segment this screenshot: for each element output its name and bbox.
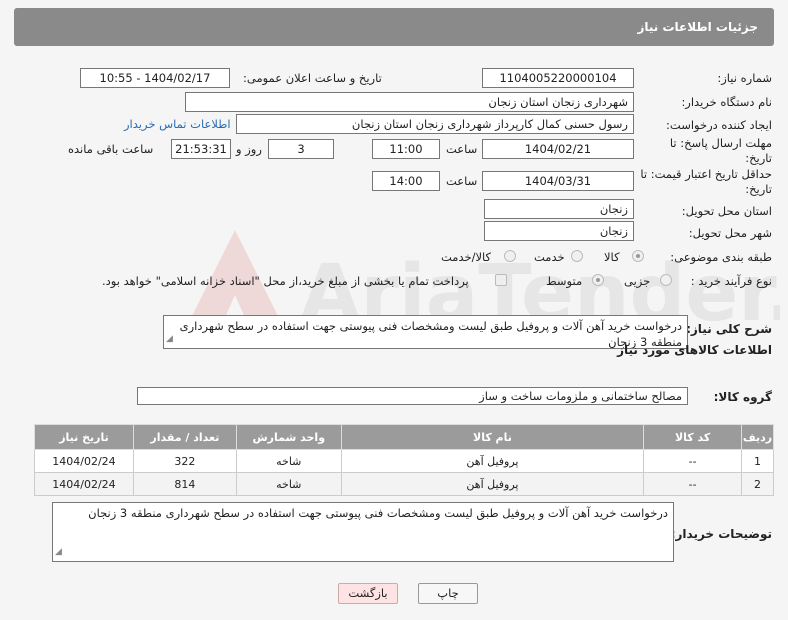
days-field: 3 <box>268 139 334 159</box>
col-header-code: کد کالا <box>643 424 743 450</box>
cell-code: -- <box>643 449 743 473</box>
category-option-goods: کالا <box>604 250 620 264</box>
description-label: شرح کلی نیاز: <box>686 322 772 336</box>
process-radio-medium[interactable] <box>592 274 604 286</box>
col-header-quantity: تعداد / مقدار <box>132 424 237 450</box>
category-label: طبقه بندی موضوعی: <box>670 250 772 264</box>
city-field: زنجان <box>484 221 634 241</box>
deadline-time-label: ساعت <box>446 142 478 156</box>
table-row: 2 -- پروفیل آهن شاخه 814 1404/02/24 <box>34 472 774 496</box>
validity-time-label: ساعت <box>446 174 478 188</box>
buyer-label: نام دستگاه خریدار: <box>681 95 772 109</box>
cell-date: 1404/02/24 <box>34 449 134 473</box>
days-label: روز و <box>236 142 262 156</box>
category-radio-service[interactable] <box>571 250 583 262</box>
goods-info-title: اطلاعات کالاهای مورد نیاز <box>617 343 772 357</box>
announce-field: 1404/02/17 - 10:55 <box>80 68 230 88</box>
table-row: 1 -- پروفیل آهن شاخه 322 1404/02/24 <box>34 449 774 473</box>
back-button[interactable]: بازگشت <box>338 583 398 604</box>
col-header-date: تاریخ نیاز <box>34 424 134 450</box>
table-header-row: ردیف کد کالا نام کالا واحد شمارش تعداد /… <box>34 424 774 450</box>
remaining-time-field: 21:53:31 <box>171 139 231 159</box>
page-title: جزئیات اطلاعات نیاز <box>637 20 758 34</box>
payment-note: پرداخت تمام یا بخشی از مبلغ خرید،از محل … <box>102 274 469 288</box>
cell-quantity: 322 <box>132 449 237 473</box>
cell-unit: شاخه <box>235 472 342 496</box>
process-option-medium: متوسط <box>546 274 583 288</box>
category-option-service: خدمت <box>534 250 565 264</box>
col-header-name: نام کالا <box>340 424 645 450</box>
buyer-field: شهرداری زنجان استان زنجان <box>185 92 634 112</box>
cell-name: پروفیل آهن <box>340 449 645 473</box>
header-panel: جزئیات اطلاعات نیاز <box>14 8 774 46</box>
need-number-label: شماره نیاز: <box>717 71 772 85</box>
deadline-time-field: 11:00 <box>372 139 440 159</box>
validity-label: حداقل تاریخ اعتبار قیمت: تا تاریخ: <box>640 167 772 196</box>
process-label: نوع فرآیند خرید : <box>690 274 772 288</box>
description-textarea[interactable]: درخواست خرید آهن آلات و پروفیل طبق لیست … <box>163 315 688 349</box>
category-radio-goods[interactable] <box>632 250 644 262</box>
cell-date: 1404/02/24 <box>34 472 134 496</box>
deadline-date-field: 1404/02/21 <box>482 139 634 159</box>
category-radio-both[interactable] <box>504 250 516 262</box>
process-option-minor: جزیی <box>624 274 651 288</box>
goods-group-field: مصالح ساختمانی و ملزومات ساخت و ساز <box>137 387 688 405</box>
buyer-notes-label: توضیحات خریدار: <box>670 527 772 541</box>
print-button[interactable]: چاپ <box>418 583 478 604</box>
buyer-notes-text: درخواست خرید آهن آلات و پروفیل طبق لیست … <box>88 506 668 520</box>
resize-grip-icon[interactable]: ◢ <box>55 544 62 560</box>
buyer-notes-textarea[interactable]: درخواست خرید آهن آلات و پروفیل طبق لیست … <box>52 502 674 562</box>
cell-quantity: 814 <box>132 472 237 496</box>
creator-field: رسول حسنی کمال کارپرداز شهرداری زنجان اس… <box>236 114 634 134</box>
city-label: شهر محل تحویل: <box>688 226 772 240</box>
validity-date-field: 1404/03/31 <box>482 171 634 191</box>
validity-time-field: 14:00 <box>372 171 440 191</box>
province-field: زنجان <box>484 199 634 219</box>
goods-group-label: گروه کالا: <box>713 390 772 404</box>
cell-code: -- <box>643 472 743 496</box>
creator-label: ایجاد کننده درخواست: <box>666 118 772 132</box>
cell-row-number: 1 <box>741 449 774 473</box>
treasury-checkbox[interactable] <box>495 274 507 286</box>
deadline-label: مهلت ارسال پاسخ: تا تاریخ: <box>669 136 772 165</box>
cell-unit: شاخه <box>235 449 342 473</box>
need-number-field: 1104005220000104 <box>482 68 634 88</box>
items-table: ردیف کد کالا نام کالا واحد شمارش تعداد /… <box>34 424 774 496</box>
cell-name: پروفیل آهن <box>340 472 645 496</box>
col-header-unit: واحد شمارش <box>235 424 342 450</box>
remaining-label: ساعت باقی مانده <box>68 142 154 156</box>
resize-grip-icon[interactable]: ◢ <box>166 331 173 347</box>
cell-row-number: 2 <box>741 472 774 496</box>
col-header-row-number: ردیف <box>741 424 774 450</box>
contact-info-link[interactable]: اطلاعات تماس خریدار <box>124 117 231 131</box>
announce-label: تاریخ و ساعت اعلان عمومی: <box>243 71 382 85</box>
description-text: درخواست خرید آهن آلات و پروفیل طبق لیست … <box>179 319 682 349</box>
category-option-both: کالا/خدمت <box>441 250 492 264</box>
process-radio-minor[interactable] <box>660 274 672 286</box>
province-label: استان محل تحویل: <box>681 204 772 218</box>
